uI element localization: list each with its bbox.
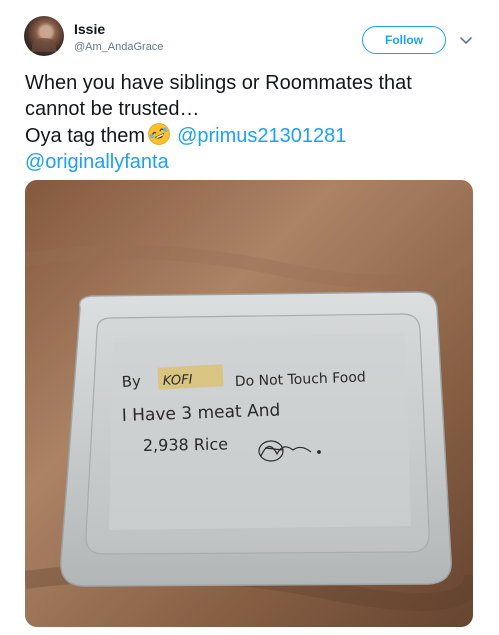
note-by: By (121, 372, 141, 391)
tweet-header: Issie @Am_AndaGrace Follow (24, 14, 479, 64)
tweet-text: When you have siblings or Roommates that… (25, 70, 475, 175)
mention-primus[interactable]: @primus21301281 (177, 125, 346, 147)
follow-button[interactable]: Follow (362, 26, 446, 54)
photo-food-container: By KOFI Do Not Touch Food I Have 3 meat … (25, 180, 473, 627)
tweet-line-3-text: Oya tag them (25, 125, 146, 147)
tweet-line-2: cannot be trusted… (25, 98, 200, 120)
tweet-photo[interactable]: By KOFI Do Not Touch Food I Have 3 meat … (25, 180, 473, 627)
tweet-line-1: When you have siblings or Roommates that (25, 72, 412, 94)
avatar[interactable] (24, 16, 64, 56)
note-rice: 2,938 Rice (143, 435, 228, 455)
display-name[interactable]: Issie (74, 21, 105, 37)
user-handle[interactable]: @Am_AndaGrace (74, 41, 163, 53)
rolling-on-floor-laughing-icon (148, 123, 170, 145)
tweet-line-3: Oya tag them @primus21301281 (25, 122, 475, 149)
note-name: KOFI (162, 372, 193, 389)
mention-originallyfanta[interactable]: @originallyfanta (25, 149, 475, 175)
chevron-down-icon[interactable] (458, 32, 474, 48)
